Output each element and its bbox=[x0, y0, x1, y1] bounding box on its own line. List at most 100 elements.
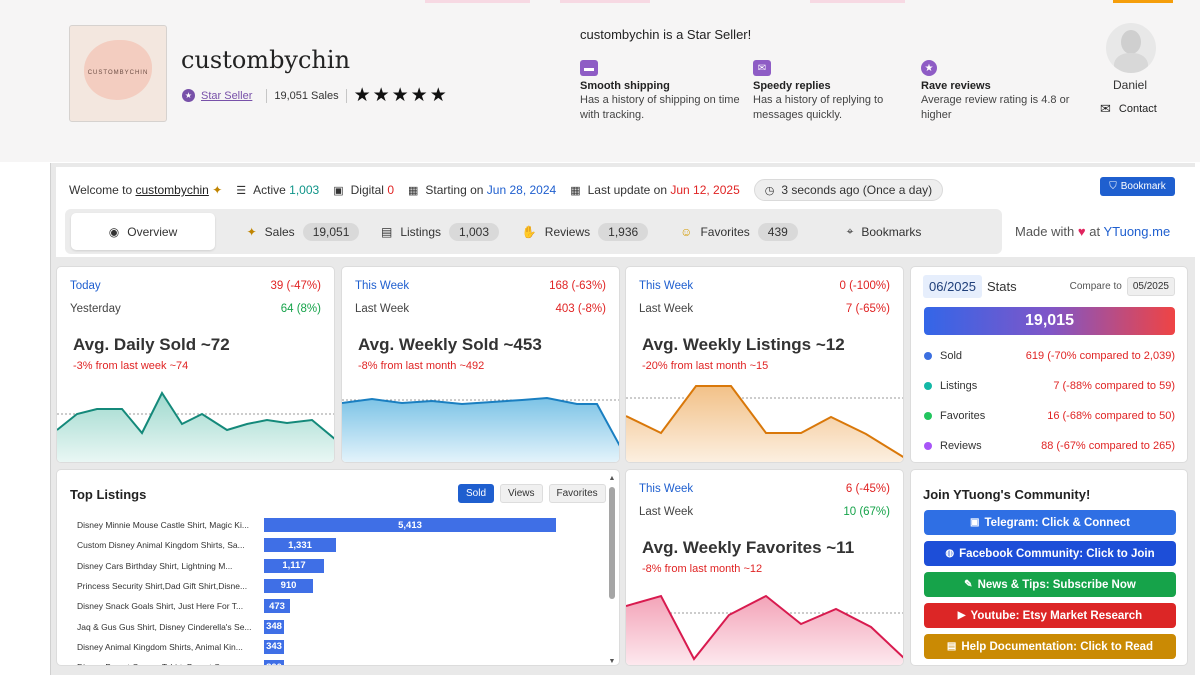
tab-overview[interactable]: ◉ Overview bbox=[71, 213, 215, 250]
divider bbox=[266, 88, 268, 103]
tab-listings[interactable]: ▤ Listings 1,003 bbox=[375, 213, 505, 250]
party-icon: ✦ bbox=[246, 224, 257, 239]
avg-title: Avg. Weekly Favorites ~11 bbox=[642, 538, 855, 557]
stats-month[interactable]: 06/2025 bbox=[923, 275, 982, 298]
listing-bar[interactable]: 910 bbox=[264, 578, 313, 593]
starting-value: Jun 28, 2024 bbox=[486, 183, 557, 197]
weekly-listings-sparkline bbox=[626, 385, 903, 462]
scrollbar-thumb[interactable] bbox=[609, 487, 615, 599]
tab-reviews[interactable]: ✋ Reviews 1,936 bbox=[505, 213, 665, 250]
card-community: Join YTuong's Community! ▣ Telegram: Clic… bbox=[910, 469, 1188, 666]
listing-name: Disney Cars Birthday Shirt, Lightning M.… bbox=[77, 560, 233, 571]
listing-row[interactable]: Custom Disney Animal Kingdom Shirts, Sa.… bbox=[77, 537, 263, 553]
dot-icon bbox=[924, 442, 932, 450]
avg-title: Avg. Daily Sold ~72 bbox=[73, 335, 230, 354]
scroll-down-icon[interactable]: ▼ bbox=[608, 658, 616, 665]
scrollbar[interactable]: ▲ ▼ bbox=[608, 475, 616, 665]
listing-row[interactable]: Disney Animal Kingdom Shirts, Animal Kin… bbox=[77, 639, 263, 655]
button-label: Youtube: Etsy Market Research bbox=[970, 609, 1143, 622]
active-stat: ☰ Active 1,003 bbox=[236, 183, 319, 197]
shop-logo[interactable]: CUSTOMBYCHIN bbox=[69, 25, 167, 122]
digital-value: 0 bbox=[387, 183, 394, 197]
listing-row[interactable]: Disney Cars Birthday Shirt, Lightning M.… bbox=[77, 558, 263, 574]
card-monthly-stats: 06/2025 Stats Compare to 05/2025 19,015 … bbox=[910, 266, 1188, 463]
filter-views-button[interactable]: Views bbox=[500, 484, 543, 503]
community-title: Join YTuong's Community! bbox=[923, 487, 1091, 502]
button-label: Telegram: Click & Connect bbox=[984, 516, 1130, 529]
period-value: 39 (-47%) bbox=[270, 280, 322, 292]
listing-bar[interactable]: 300 bbox=[264, 660, 284, 665]
listing-bar[interactable]: 343 bbox=[264, 639, 284, 654]
facebook-button[interactable]: ◍ Facebook Community: Click to Join bbox=[924, 541, 1176, 566]
tab-label: Listings bbox=[400, 224, 441, 239]
listing-bar[interactable]: 473 bbox=[264, 599, 290, 614]
dot-icon bbox=[924, 352, 932, 360]
compare-month[interactable]: 05/2025 bbox=[1126, 277, 1175, 296]
listing-name: Custom Disney Animal Kingdom Shirts, Sa.… bbox=[77, 540, 245, 551]
listing-bar[interactable]: 1,331 bbox=[264, 538, 336, 553]
avg-title: Avg. Weekly Sold ~453 bbox=[358, 335, 542, 354]
avg-delta: -8% from last month ~12 bbox=[642, 563, 763, 575]
daily-sold-sparkline bbox=[57, 390, 334, 462]
rating-stars[interactable]: ★★★★★ bbox=[354, 84, 449, 107]
eye-icon: ◉ bbox=[108, 224, 120, 239]
digital-label: Digital bbox=[350, 183, 384, 197]
prev-period-label: Last Week bbox=[355, 303, 410, 315]
sales-count: 19,051 Sales bbox=[274, 89, 339, 102]
last-update-label: Last update on bbox=[587, 183, 668, 197]
listing-row[interactable]: Disney Minnie Mouse Castle Shirt, Magic … bbox=[77, 517, 263, 533]
contact-button[interactable]: ✉ Contact bbox=[1100, 101, 1157, 117]
stats-row-name: Listings bbox=[940, 380, 978, 392]
listing-bar[interactable]: 348 bbox=[264, 619, 284, 634]
telegram-button[interactable]: ▣ Telegram: Click & Connect bbox=[924, 510, 1176, 535]
news-button[interactable]: ✎ News & Tips: Subscribe Now bbox=[924, 572, 1176, 597]
shop-link[interactable]: custombychin bbox=[135, 183, 208, 197]
card-weekly-favorites: This Week 6 (-45%) Last Week 10 (67%) Avg.… bbox=[625, 469, 904, 666]
image-icon: ▣ bbox=[333, 184, 344, 197]
made-with-prefix: Made with bbox=[1015, 224, 1075, 239]
compare-selector: Compare to 05/2025 bbox=[1070, 277, 1175, 296]
youtube-button[interactable]: ▶ Youtube: Etsy Market Research bbox=[924, 603, 1176, 628]
tab-count: 1,936 bbox=[598, 222, 649, 241]
avg-delta: -20% from last month ~15 bbox=[642, 360, 769, 372]
stats-row-listings: Listings 7 (-88% compared to 59) bbox=[924, 380, 1175, 392]
tab-sales[interactable]: ✦ Sales 19,051 bbox=[231, 213, 375, 250]
tab-favorites[interactable]: ☺ Favorites 439 bbox=[665, 213, 813, 250]
tab-label: Bookmarks bbox=[861, 224, 922, 239]
listing-row[interactable]: Disney Snack Goals Shirt, Just Here For … bbox=[77, 598, 263, 614]
listing-bar[interactable]: 5,413 bbox=[264, 518, 556, 532]
bookmark-button[interactable]: ⛉ Bookmark bbox=[1100, 177, 1175, 196]
listing-row[interactable]: Disney Breast Cancer Tshirt, Breast Canc… bbox=[77, 659, 263, 665]
tab-label: Reviews bbox=[544, 224, 591, 239]
scroll-up-icon[interactable]: ▲ bbox=[608, 475, 616, 482]
star-seller-badge-icon: ★ bbox=[182, 89, 195, 102]
weekly-sold-sparkline bbox=[342, 396, 619, 462]
help-button[interactable]: ▤ Help Documentation: Click to Read bbox=[924, 634, 1176, 659]
clap-icon: ✋ bbox=[521, 224, 537, 239]
tab-bookmarks[interactable]: ⌖ Bookmarks bbox=[819, 213, 949, 250]
ytuong-link[interactable]: YTuong.me bbox=[1103, 224, 1170, 239]
prev-period-value: 64 (8%) bbox=[280, 303, 321, 315]
listing-row[interactable]: Jaq & Gus Gus Shirt, Disney Cinderella's… bbox=[77, 619, 263, 635]
stats-total: 19,015 bbox=[924, 307, 1175, 335]
shop-name[interactable]: custombychin bbox=[181, 46, 350, 74]
listing-name: Disney Animal Kingdom Shirts, Animal Kin… bbox=[77, 641, 243, 652]
period-label: This Week bbox=[639, 483, 694, 495]
listing-name: Jaq & Gus Gus Shirt, Disney Cinderella's… bbox=[77, 621, 252, 632]
listing-row[interactable]: Princess Security Shirt,Dad Gift Shirt,D… bbox=[77, 578, 263, 594]
filter-favorites-button[interactable]: Favorites bbox=[548, 484, 606, 503]
smiley-icon: ☺ bbox=[680, 224, 693, 239]
feature-desc: Average review rating is 4.8 or higher bbox=[921, 94, 1070, 121]
stats-row-value: 16 (-68% compared to 50) bbox=[1047, 410, 1175, 422]
filter-sold-button[interactable]: Sold bbox=[458, 484, 495, 503]
button-label: News & Tips: Subscribe Now bbox=[977, 578, 1136, 591]
listing-bar[interactable]: 1,117 bbox=[264, 558, 324, 573]
feature-desc: Has a history of shipping on time with t… bbox=[580, 94, 740, 121]
made-with: Made with ♥ at YTuong.me bbox=[1015, 224, 1170, 239]
feature-smooth-shipping: ▬ Smooth shipping Has a history of shipp… bbox=[580, 60, 740, 123]
stats-row-reviews: Reviews 88 (-67% compared to 265) bbox=[924, 440, 1175, 452]
made-with-at: at bbox=[1089, 224, 1101, 239]
star-seller-link[interactable]: Star Seller bbox=[201, 90, 252, 102]
feature-title: Speedy replies bbox=[753, 80, 831, 92]
owner-avatar[interactable] bbox=[1106, 23, 1156, 73]
